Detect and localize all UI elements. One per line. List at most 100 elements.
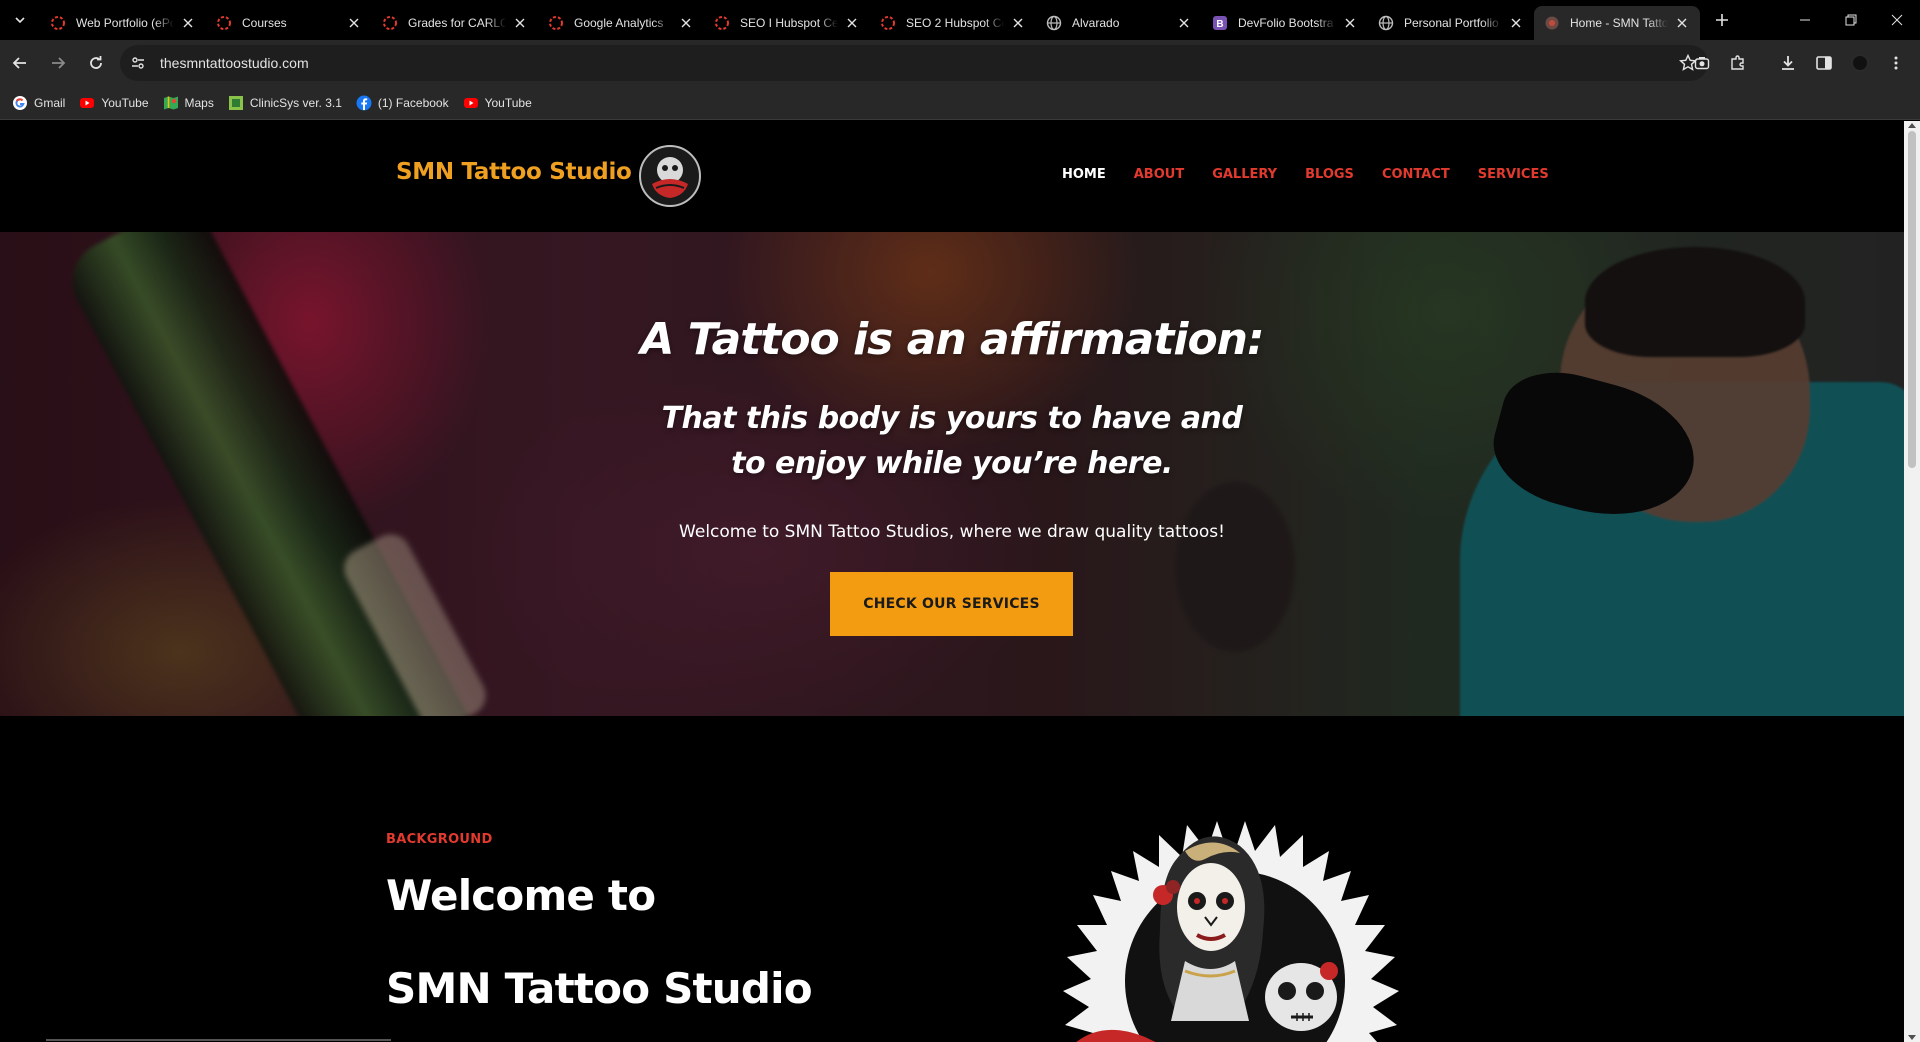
bookmark-clinicsys[interactable]: ClinicSys ver. 3.1 (228, 91, 342, 115)
bookmark-maps[interactable]: Maps (163, 91, 214, 115)
tattoo-logo-icon[interactable] (638, 144, 702, 208)
page-viewport: SMN Tattoo Studio HOME ABOUT GALLERY BLO… (0, 121, 1904, 1042)
tab-title: Grades for CARLO (408, 16, 506, 30)
close-icon[interactable] (1342, 15, 1358, 31)
kebab-menu-icon (1894, 56, 1898, 70)
tab-title: Alvarado (1072, 16, 1120, 30)
close-icon[interactable] (512, 15, 528, 31)
close-window-button[interactable] (1874, 0, 1920, 40)
bootstrap-icon: B (1212, 15, 1228, 31)
bookmark-facebook[interactable]: (1) Facebook (356, 91, 449, 115)
tab-courses[interactable]: Courses (206, 6, 372, 40)
tab-alvarado[interactable]: Alvarado (1036, 6, 1202, 40)
back-arrow-icon (12, 57, 26, 69)
nav-about[interactable]: ABOUT (1134, 167, 1184, 182)
page-scrollbar[interactable] (1904, 121, 1920, 1042)
forward-button[interactable] (40, 45, 76, 81)
bookmark-youtube-2[interactable]: YouTube (463, 91, 532, 115)
reload-button[interactable] (78, 45, 114, 81)
loading-icon (382, 15, 398, 31)
hero-subheading: That this body is yours to have and to e… (661, 401, 1243, 481)
globe-icon (1378, 15, 1394, 31)
tab-title: Home - SMN Tattoo Studio (1570, 16, 1668, 30)
browser-toolbar: thesmntattoostudio.com (0, 40, 1920, 86)
close-icon[interactable] (1010, 15, 1026, 31)
restore-button[interactable] (1828, 0, 1874, 40)
close-icon[interactable] (346, 15, 362, 31)
profile-button[interactable] (1842, 45, 1878, 81)
google-icon (12, 95, 28, 111)
tab-web-portfolio[interactable]: Web Portfolio (ePortfolio) (40, 6, 206, 40)
site-favicon (1544, 15, 1560, 31)
back-button[interactable] (2, 45, 38, 81)
site-header: SMN Tattoo Studio HOME ABOUT GALLERY BLO… (0, 121, 1904, 232)
tab-smn-tattoo[interactable]: Home - SMN Tattoo Studio (1534, 6, 1700, 40)
bookmark-label: YouTube (101, 95, 149, 110)
tab-devfolio[interactable]: B DevFolio Bootstra (1202, 6, 1368, 40)
tab-title: SEO 2 Hubspot Ce (906, 16, 1004, 30)
loading-icon (880, 15, 896, 31)
close-icon[interactable] (1508, 15, 1524, 31)
url-text: thesmntattoostudio.com (160, 55, 309, 71)
tab-google-analytics[interactable]: Google Analytics (538, 6, 704, 40)
side-panel-icon (1816, 56, 1832, 70)
forward-arrow-icon (52, 57, 66, 69)
screenshot-button[interactable] (1684, 45, 1720, 81)
hero-content: A Tattoo is an affirmation: That this bo… (0, 232, 1904, 716)
close-icon[interactable] (1674, 15, 1690, 31)
restore-icon (1845, 14, 1857, 26)
new-tab-button[interactable] (1704, 2, 1740, 38)
site-info-icon[interactable] (124, 49, 152, 77)
close-icon (1891, 14, 1903, 26)
nav-services[interactable]: SERVICES (1478, 167, 1549, 182)
close-icon[interactable] (844, 15, 860, 31)
close-icon[interactable] (180, 15, 196, 31)
tab-strip: Web Portfolio (ePortfolio) Courses Grade… (0, 0, 1920, 40)
sugar-skull-artwork (1063, 821, 1399, 1042)
tab-grades[interactable]: Grades for CARLO (372, 6, 538, 40)
tab-search-button[interactable] (0, 0, 40, 40)
tab-title: Web Portfolio (ePortfolio) (76, 16, 174, 30)
check-services-button[interactable]: CHECK OUR SERVICES (830, 572, 1073, 636)
nav-home[interactable]: HOME (1062, 167, 1106, 182)
main-nav: HOME ABOUT GALLERY BLOGS CONTACT SERVICE… (1062, 167, 1577, 182)
section-kicker: BACKGROUND (386, 832, 493, 847)
bookmark-label: YouTube (484, 95, 532, 110)
bookmark-label: Maps (184, 95, 214, 110)
address-bar[interactable]: thesmntattoostudio.com (120, 45, 1708, 81)
side-panel-button[interactable] (1806, 45, 1842, 81)
tab-seo-2[interactable]: SEO 2 Hubspot Ce (870, 6, 1036, 40)
tab-title: SEO I Hubspot Ce (740, 16, 838, 30)
youtube-icon (463, 95, 479, 111)
scroll-down-arrow-icon[interactable] (1908, 1035, 1916, 1040)
scrollbar-thumb[interactable] (1908, 131, 1916, 468)
tab-seo-1[interactable]: SEO I Hubspot Ce (704, 6, 870, 40)
tab-title: Courses (242, 16, 287, 30)
reload-icon (90, 56, 102, 69)
nav-blogs[interactable]: BLOGS (1305, 167, 1354, 182)
scroll-up-arrow-icon[interactable] (1908, 123, 1916, 128)
bookmark-label: (1) Facebook (377, 95, 449, 110)
menu-button[interactable] (1878, 45, 1914, 81)
site-brand-link[interactable]: SMN Tattoo Studio (396, 159, 632, 185)
nav-gallery[interactable]: GALLERY (1212, 167, 1277, 182)
about-section: BACKGROUND Welcome to SMN Tattoo Studio (0, 716, 1904, 1042)
extensions-button[interactable] (1720, 45, 1756, 81)
bookmark-youtube[interactable]: YouTube (79, 91, 149, 115)
tab-personal-portfolio[interactable]: Personal Portfolio (1368, 6, 1534, 40)
minimize-button[interactable] (1782, 0, 1828, 40)
bookmark-label: Gmail (34, 95, 66, 110)
about-heading-line-1: Welcome to (386, 871, 656, 920)
loading-icon (50, 15, 66, 31)
bookmark-label: ClinicSys ver. 3.1 (249, 95, 342, 110)
close-icon[interactable] (1176, 15, 1192, 31)
maps-icon (163, 95, 179, 111)
bookmark-gmail[interactable]: Gmail (12, 91, 65, 115)
downloads-button[interactable] (1770, 45, 1806, 81)
nav-contact[interactable]: CONTACT (1382, 167, 1450, 182)
facebook-icon (356, 95, 372, 111)
camera-icon (1694, 57, 1710, 70)
tab-title: DevFolio Bootstra (1238, 16, 1334, 30)
globe-icon (1046, 15, 1062, 31)
close-icon[interactable] (678, 15, 694, 31)
